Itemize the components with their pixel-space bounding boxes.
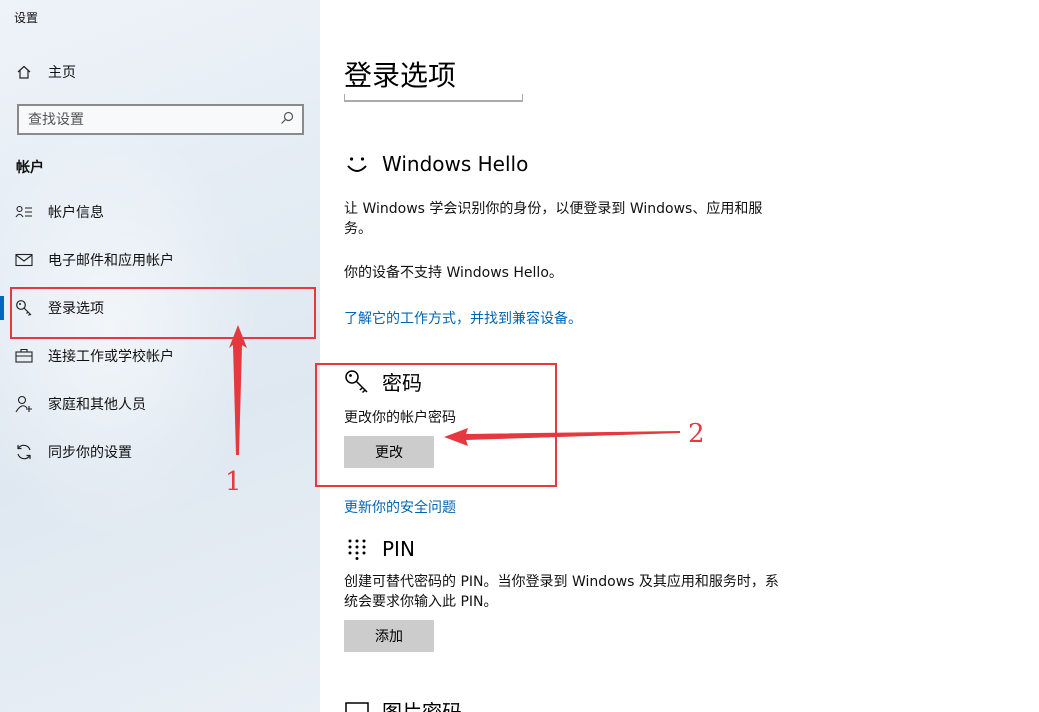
annotation-marker-2: 2	[688, 419, 705, 449]
pin-heading: PIN	[344, 536, 415, 562]
sidebar: 设置 主页 帐户 帐户信息 电子邮件和应用帐户 登录选项 连接	[0, 0, 320, 712]
page-title: 登录选项	[344, 59, 457, 92]
picture-password-heading: 图片密码	[344, 696, 462, 712]
sidebar-item-sync[interactable]: 同步你的设置	[0, 432, 320, 472]
windows-hello-status: 你的设备不支持 Windows Hello。	[344, 265, 563, 281]
nav-home[interactable]: 主页	[0, 52, 320, 92]
home-icon	[14, 62, 34, 82]
annotation-box-password	[315, 363, 557, 487]
app-title: 设置	[14, 11, 39, 25]
smiley-icon	[344, 151, 370, 177]
security-questions-link[interactable]: 更新你的安全问题	[344, 497, 456, 517]
person-add-icon	[14, 394, 34, 414]
pin-title: PIN	[382, 537, 415, 561]
windows-hello-description: 让 Windows 学会识别你的身份，以便登录到 Windows、应用和服务。	[344, 201, 763, 237]
mail-icon	[14, 250, 34, 270]
main-content: 登录选项 Windows Hello 让 Windows 学会识别你的身份，以便…	[320, 0, 1039, 712]
picture-icon	[344, 698, 370, 712]
add-pin-button[interactable]: 添加	[344, 620, 434, 652]
pin-description: 创建可替代密码的 PIN。当你登录到 Windows 及其应用和服务时，系统会要…	[344, 574, 779, 610]
picture-password-title: 图片密码	[382, 700, 462, 712]
sidebar-item-label: 家庭和其他人员	[48, 397, 146, 413]
nav-home-label: 主页	[48, 65, 76, 81]
title-underline	[344, 94, 523, 102]
windows-hello-title: Windows Hello	[382, 152, 529, 176]
sidebar-item-family[interactable]: 家庭和其他人员	[0, 384, 320, 424]
search-icon[interactable]	[280, 110, 294, 129]
windows-hello-heading: Windows Hello	[344, 151, 528, 177]
sidebar-item-label: 连接工作或学校帐户	[48, 349, 174, 365]
windows-hello-learn-more-link[interactable]: 了解它的工作方式，并找到兼容设备。	[344, 308, 582, 328]
sidebar-item-label: 同步你的设置	[48, 445, 132, 461]
sync-icon	[14, 442, 34, 462]
keypad-icon	[344, 536, 370, 562]
account-info-icon	[14, 202, 34, 222]
briefcase-icon	[14, 346, 34, 366]
annotation-marker-1: 1	[225, 467, 242, 497]
search-box[interactable]	[17, 104, 304, 135]
search-input[interactable]	[28, 111, 268, 128]
sidebar-item-label: 电子邮件和应用帐户	[48, 253, 174, 269]
sidebar-item-email[interactable]: 电子邮件和应用帐户	[0, 240, 320, 280]
annotation-box-signin	[10, 287, 316, 339]
sidebar-item-label: 帐户信息	[48, 205, 104, 221]
sidebar-item-work-school[interactable]: 连接工作或学校帐户	[0, 336, 320, 376]
sidebar-section-title: 帐户	[16, 160, 44, 176]
sidebar-item-account-info[interactable]: 帐户信息	[0, 192, 320, 232]
